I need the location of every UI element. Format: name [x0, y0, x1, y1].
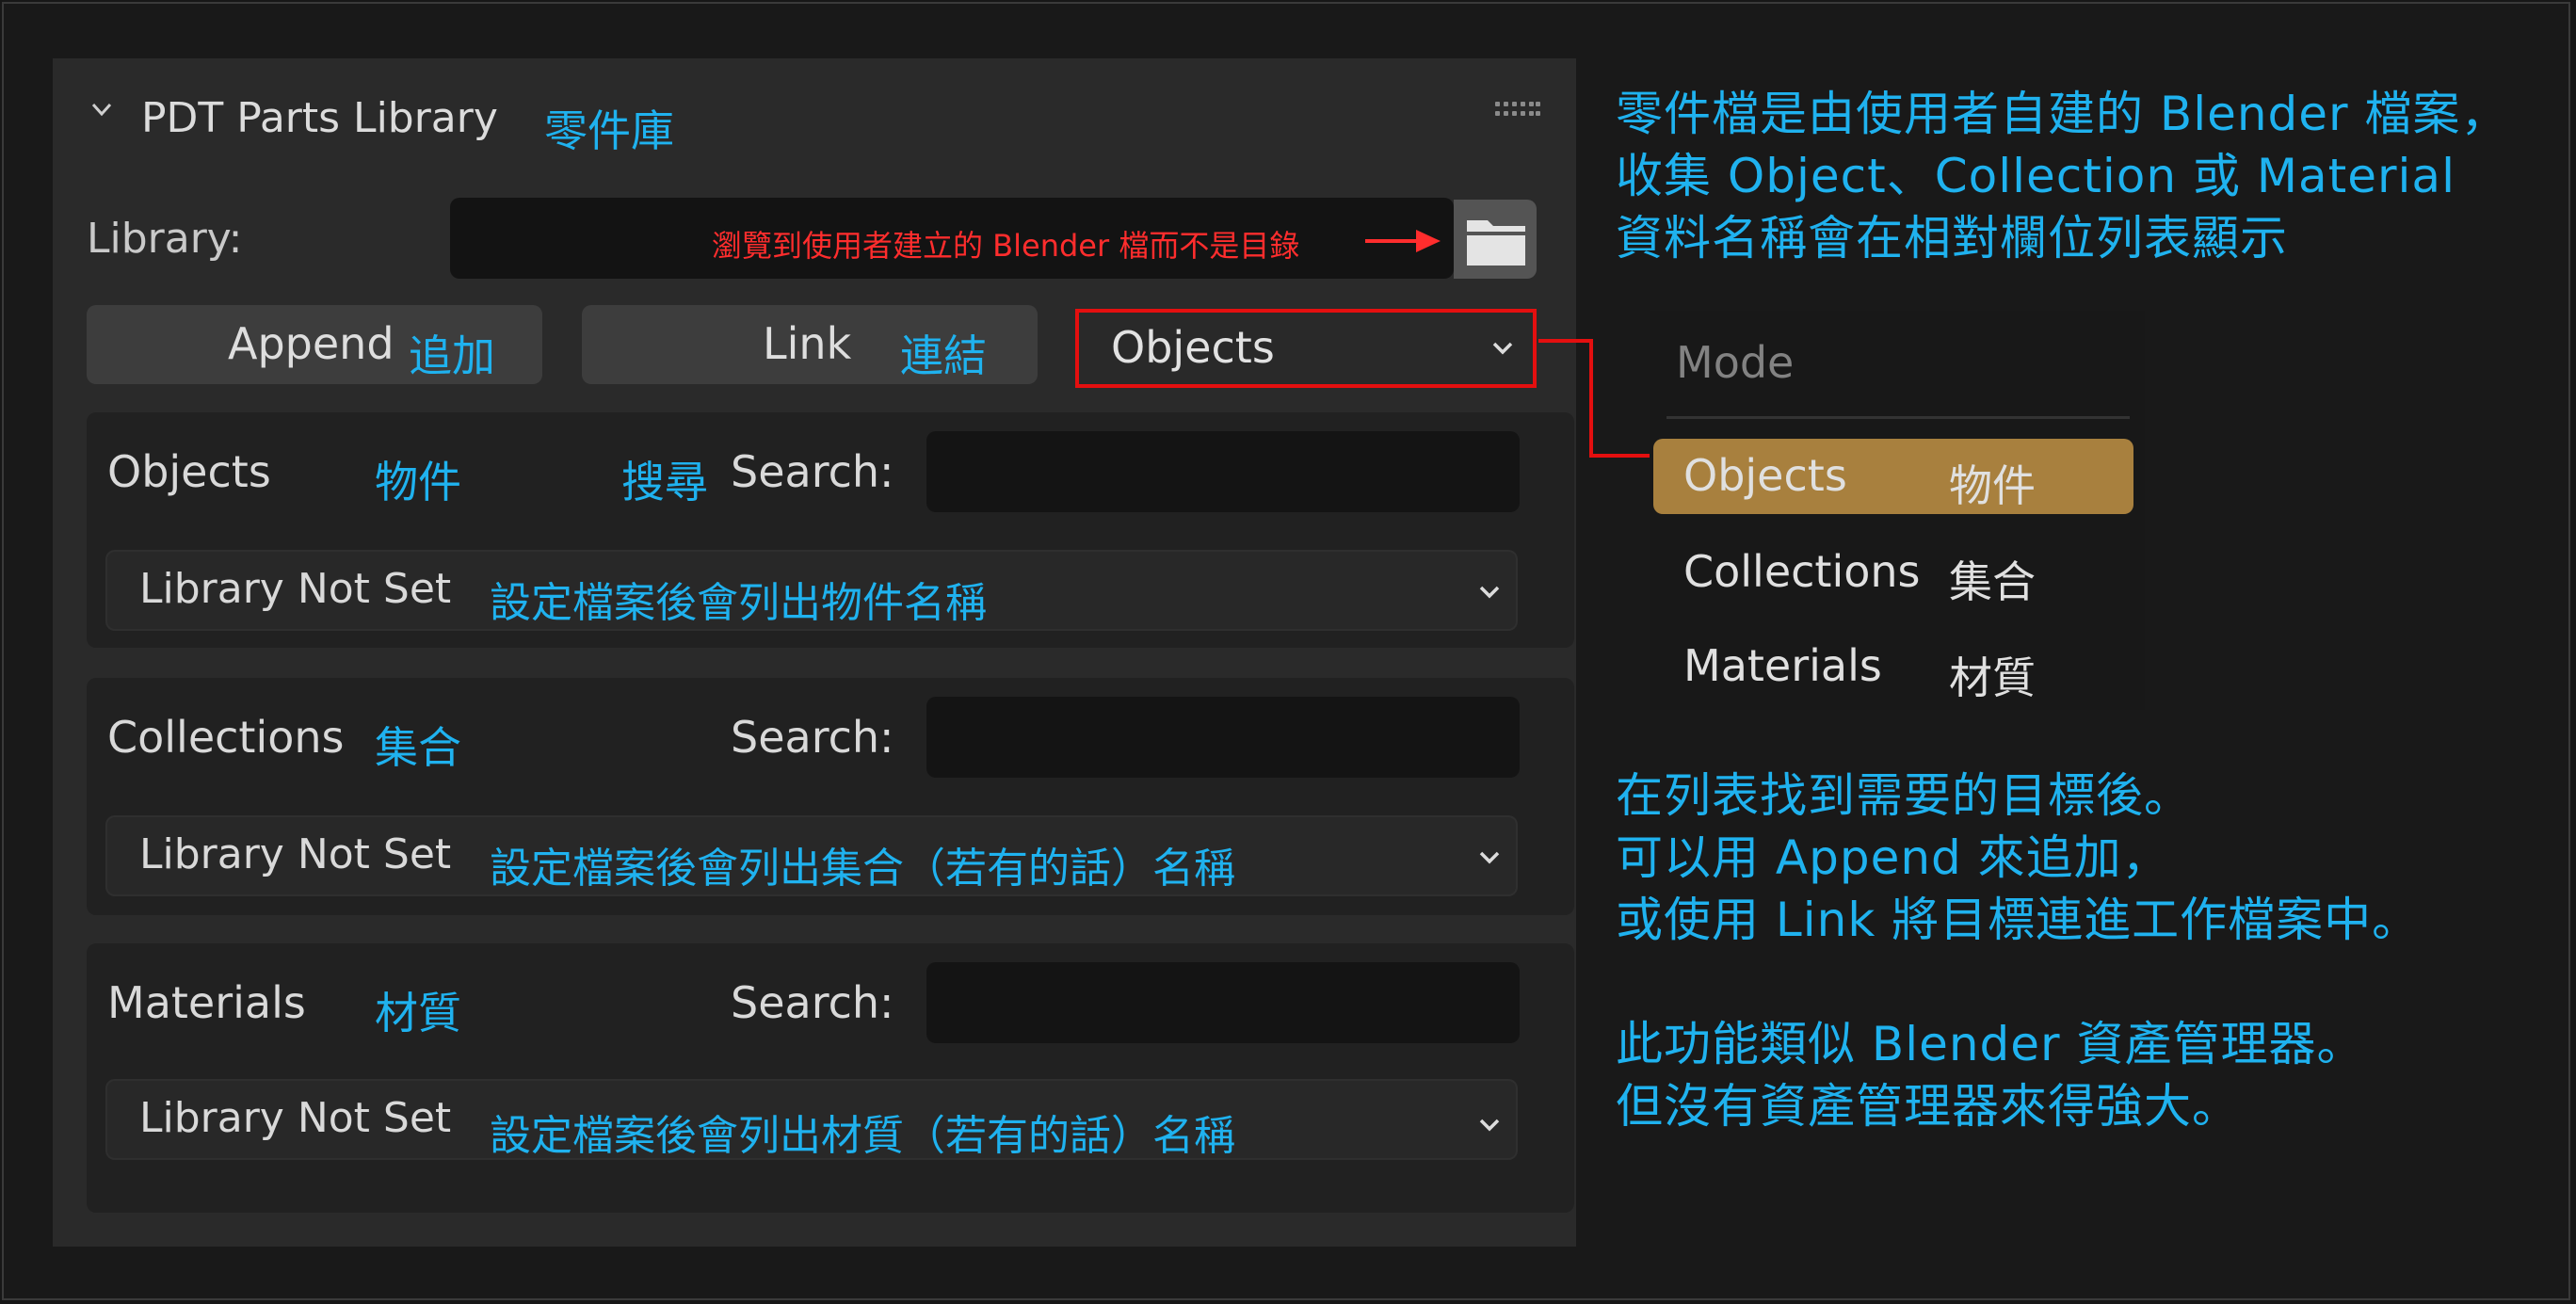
drag-grip-icon[interactable] — [1495, 102, 1540, 117]
collections-label-cn: 集合 — [375, 722, 461, 773]
annotation-line: 或使用 Link 將目標連進工作檔案中。 — [1616, 893, 2421, 947]
annotation-line: 但沒有資產管理器來得強大。 — [1616, 1079, 2240, 1134]
panel-title: PDT Parts Library — [141, 94, 498, 142]
panel-collapse-chevron-icon[interactable] — [90, 98, 113, 121]
annotation-line: 此功能類似 Blender 資產管理器。 — [1616, 1017, 2365, 1071]
materials-list-value: Library Not Set — [139, 1094, 452, 1142]
append-label-cn: 追加 — [409, 330, 495, 381]
objects-list-value: Library Not Set — [139, 565, 452, 613]
objects-list-note: 設定檔案後會列出物件名稱 — [490, 579, 987, 627]
annotation-bottom: 此功能類似 Blender 資產管理器。 但沒有資產管理器來得強大。 — [1616, 1013, 2365, 1137]
library-note: 瀏覽到使用者建立的 Blender 檔而不是目錄 — [712, 228, 1300, 264]
annotation-line: 在列表找到需要的目標後。 — [1616, 768, 2192, 823]
menu-item-materials-cn: 材質 — [1949, 652, 2036, 703]
menu-item-collections-cn: 集合 — [1949, 556, 2036, 607]
collections-label: Collections — [107, 712, 345, 763]
chevron-down-icon — [1479, 586, 1500, 599]
chevron-down-icon — [1492, 342, 1513, 355]
library-label: Library: — [87, 215, 243, 263]
annotation-middle: 在列表找到需要的目標後。 可以用 Append 來追加， 或使用 Link 將目… — [1616, 765, 2420, 951]
menu-item-objects[interactable]: Objects — [1683, 450, 1847, 501]
objects-search-input[interactable] — [926, 431, 1520, 512]
append-button[interactable]: Append 追加 — [87, 305, 542, 384]
annotation-line: 資料名稱會在相對欄位列表顯示 — [1616, 211, 2288, 266]
collections-list-value: Library Not Set — [139, 830, 452, 878]
materials-list-note: 設定檔案後會列出材質（若有的話）名稱 — [490, 1112, 1235, 1160]
materials-label-cn: 材質 — [375, 988, 461, 1038]
browse-folder-button[interactable] — [1454, 200, 1537, 279]
materials-search-label: Search: — [731, 977, 894, 1028]
collections-search-label: Search: — [731, 712, 894, 763]
mode-menu-divider — [1666, 416, 2130, 419]
objects-label: Objects — [107, 446, 271, 497]
collections-list-note: 設定檔案後會列出集合（若有的話）名稱 — [490, 845, 1235, 893]
annotation-line: 零件檔是由使用者自建的 Blender 檔案， — [1616, 87, 2509, 141]
objects-label-cn: 物件 — [375, 457, 461, 507]
annotation-line: 收集 Object、Collection 或 Material — [1616, 149, 2455, 203]
mode-menu-title: Mode — [1676, 337, 1795, 388]
chevron-down-icon — [1479, 1119, 1500, 1132]
link-label-cn: 連結 — [900, 330, 987, 381]
objects-search-label: Search: — [731, 446, 894, 497]
panel-title-cn: 零件庫 — [544, 105, 674, 156]
chevron-down-icon — [1479, 851, 1500, 864]
menu-item-objects-cn: 物件 — [1949, 460, 2036, 511]
append-label: Append — [228, 318, 394, 369]
annotation-line: 可以用 Append 來追加， — [1616, 830, 2170, 885]
arrow-right-icon — [1365, 230, 1441, 252]
mode-dropdown-value: Objects — [1111, 322, 1275, 373]
materials-label: Materials — [107, 977, 306, 1028]
collections-search-input[interactable] — [926, 697, 1520, 778]
menu-item-materials[interactable]: Materials — [1683, 640, 1882, 691]
link-button[interactable]: Link 連結 — [582, 305, 1038, 384]
folder-icon — [1467, 220, 1525, 266]
objects-search-cn: 搜尋 — [621, 457, 708, 507]
materials-search-input[interactable] — [926, 962, 1520, 1043]
link-label: Link — [763, 318, 852, 369]
annotation-top: 零件檔是由使用者自建的 Blender 檔案， 收集 Object、Collec… — [1616, 83, 2509, 269]
menu-item-collections[interactable]: Collections — [1683, 546, 1921, 597]
